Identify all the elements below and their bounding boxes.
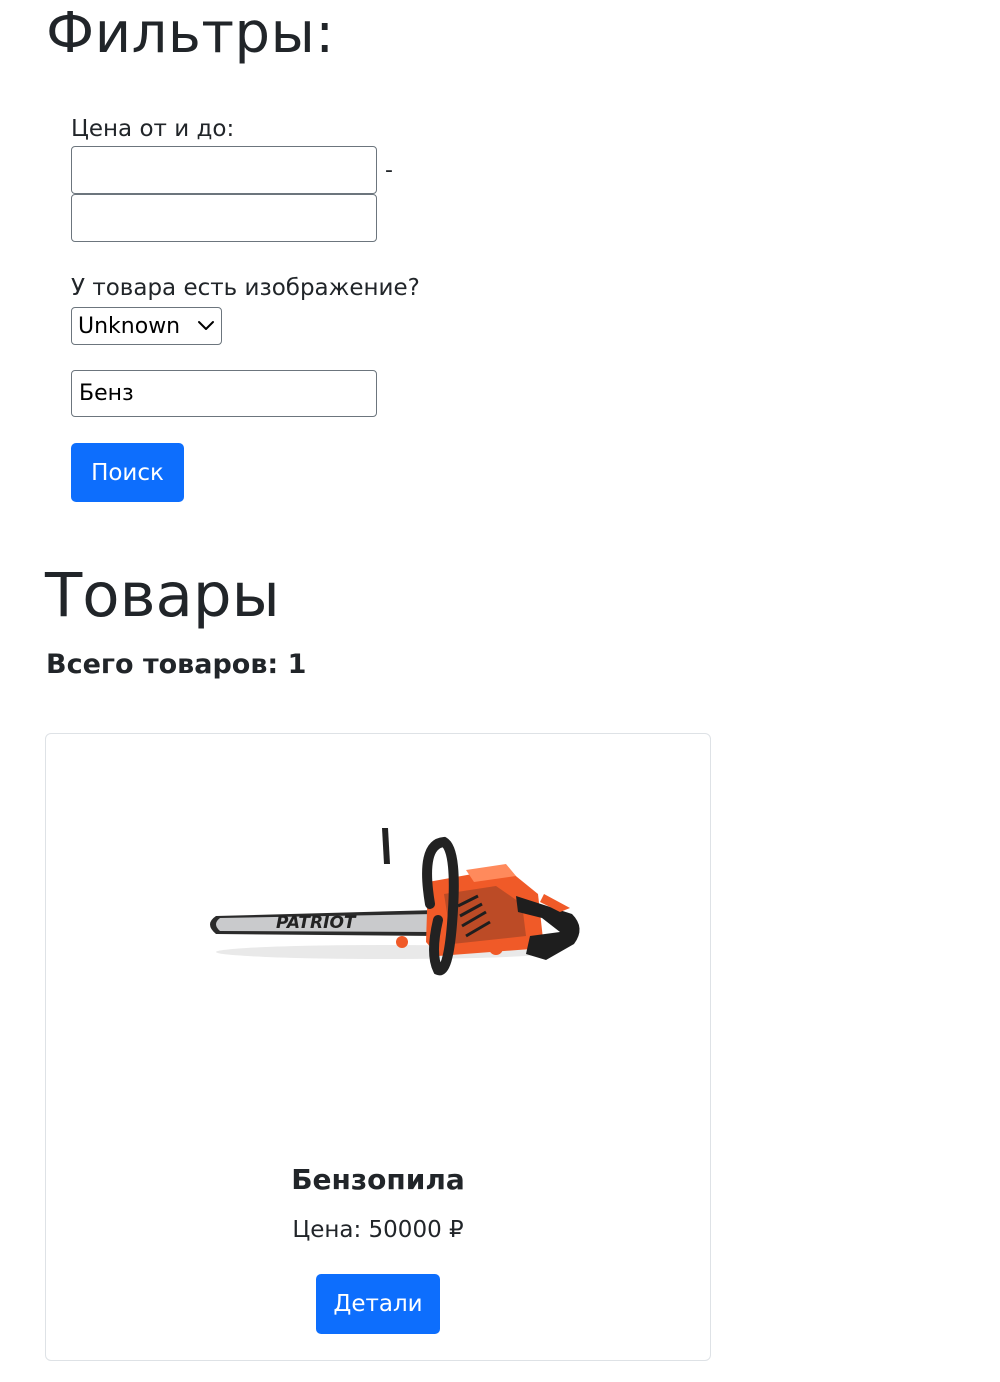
product-card: PATRIOT Бензопила Цена: 50000 ₽ Детали — [45, 733, 711, 1361]
svg-text:PATRIOT: PATRIOT — [276, 913, 357, 933]
has-image-select[interactable]: Unknown — [71, 307, 222, 345]
price-from-input[interactable] — [71, 146, 377, 194]
price-range-label: Цена от и до: — [71, 116, 235, 142]
product-name: Бензопила — [291, 1163, 465, 1196]
has-image-selected-value: Unknown — [78, 313, 181, 339]
search-button[interactable]: Поиск — [71, 443, 184, 502]
brand-label: PATRIOT — [276, 913, 357, 933]
filters-title: Фильтры: — [46, 1, 335, 66]
price-to-input[interactable] — [71, 194, 377, 242]
product-image: PATRIOT — [210, 828, 580, 976]
products-count: Всего товаров: 1 — [46, 649, 307, 680]
chevron-down-icon — [198, 321, 214, 330]
product-price: Цена: 50000 ₽ — [292, 1217, 464, 1243]
page: Фильтры: Цена от и до: - У товара есть и… — [0, 0, 1000, 1382]
search-input[interactable]: Бенз — [71, 370, 377, 417]
details-button[interactable]: Детали — [316, 1274, 440, 1334]
products-title: Товары — [45, 560, 280, 631]
price-separator: - — [385, 158, 393, 183]
has-image-label: У товара есть изображение? — [71, 275, 420, 301]
